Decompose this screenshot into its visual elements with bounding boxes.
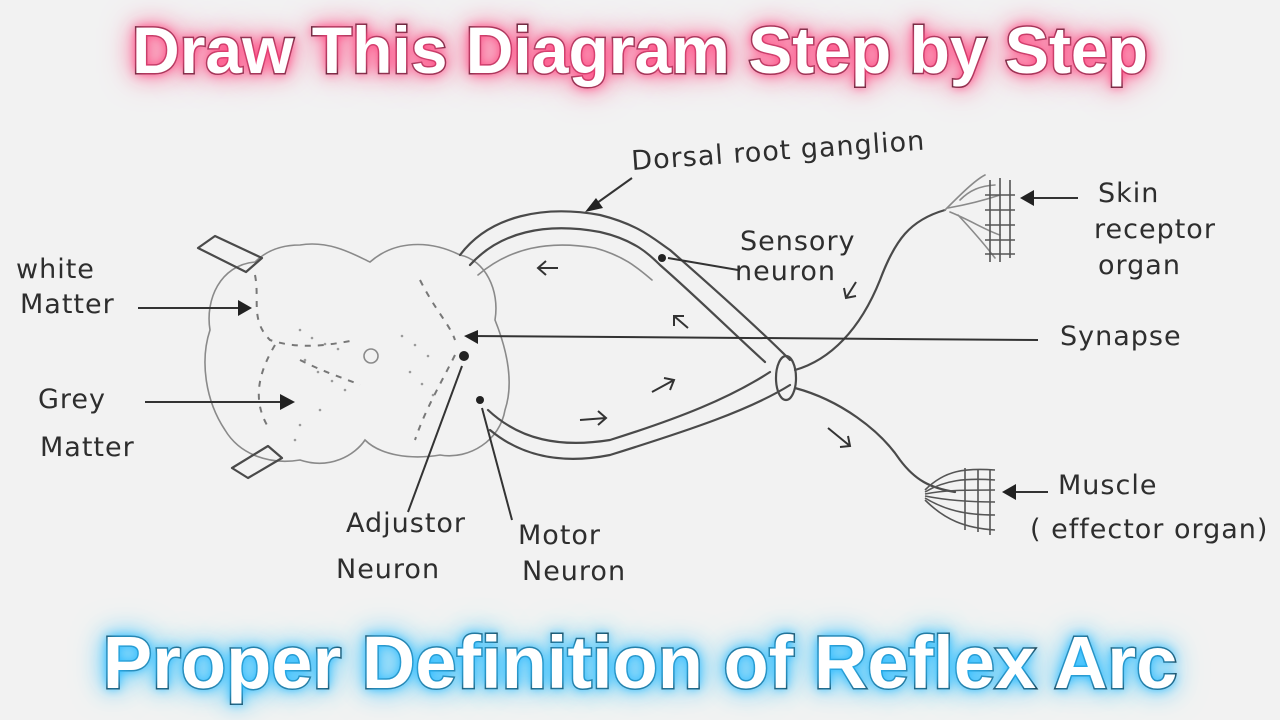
- adjustor-neuron-label-line2: Neuron: [336, 554, 440, 585]
- motor-flow-arrow: [827, 427, 852, 448]
- skin-receptor-label-line3: organ: [1098, 250, 1181, 281]
- synapse-line: [469, 335, 1039, 341]
- left-dorsal-root-stub: [196, 234, 264, 274]
- skin-receptor-label-line1: Skin: [1098, 178, 1159, 209]
- motor-neuron-label-line2: Neuron: [522, 556, 626, 587]
- reflex-arc-sketch: white Matter Grey Matter Dorsal root gan…: [0, 0, 1280, 720]
- flow-arrow-2: [673, 315, 689, 329]
- ventral-root-outer: [488, 383, 792, 460]
- skin-receptor-branches: [944, 174, 1001, 259]
- sensory-flow-arrow: [843, 281, 857, 300]
- motor-neuron-label-line1: Motor: [518, 520, 601, 551]
- skin-receptor-label-line2: receptor: [1094, 214, 1216, 245]
- motor-neuron-dot: [476, 396, 484, 404]
- sensory-neuron-arrow: [667, 257, 739, 271]
- adjustor-neuron-label-line1: Adjustor: [346, 508, 466, 539]
- skin-receptor-grid: [985, 178, 1015, 262]
- motor-nerve-to-muscle: [793, 386, 957, 494]
- grey-matter-label-line2: Matter: [40, 432, 135, 463]
- white-matter-label-line1: white: [16, 254, 95, 285]
- reflex-arc-diagram: white Matter Grey Matter Dorsal root gan…: [16, 126, 1268, 587]
- muscle-arrowhead: [1002, 484, 1016, 500]
- grey-matter-label-line1: Grey: [38, 384, 106, 415]
- central-canal: [363, 348, 379, 364]
- skin-arrowhead: [1020, 190, 1034, 206]
- flow-arrow-3: [651, 377, 676, 393]
- grey-matter-dashes: [254, 274, 456, 441]
- subtitle-banner: Proper Definition of Reflex Arc: [101, 620, 1179, 706]
- grey-matter-arrowhead: [280, 394, 295, 410]
- sensory-neuron-label-line2: neuron: [735, 256, 836, 287]
- muscle-fibers: [924, 468, 996, 535]
- flow-arrow-4: [579, 410, 608, 426]
- sensory-neuron-label-line1: Sensory: [740, 226, 856, 257]
- synapse-arrowhead: [464, 330, 478, 344]
- spinal-nerve-junction: [774, 354, 798, 402]
- dorsal-root-innermost: [477, 244, 653, 281]
- sensory-cell-body: [658, 254, 666, 262]
- ventral-root-inner: [486, 370, 772, 445]
- page-title: Draw This Diagram Step by Step: [131, 12, 1150, 89]
- grey-matter-stipple: [293, 328, 435, 442]
- muscle-label-line2: ( effector organ): [1030, 514, 1268, 545]
- muscle-label-line1: Muscle: [1058, 470, 1157, 501]
- synapse-label: Synapse: [1060, 321, 1182, 352]
- dorsal-root-ganglion-label: Dorsal root ganglion: [630, 126, 926, 177]
- flow-arrow-1: [536, 260, 558, 276]
- adjustor-neuron-dot: [459, 351, 469, 361]
- white-matter-arrowhead: [238, 300, 252, 316]
- white-matter-label-line2: Matter: [20, 289, 115, 320]
- left-ventral-root-stub: [230, 444, 284, 480]
